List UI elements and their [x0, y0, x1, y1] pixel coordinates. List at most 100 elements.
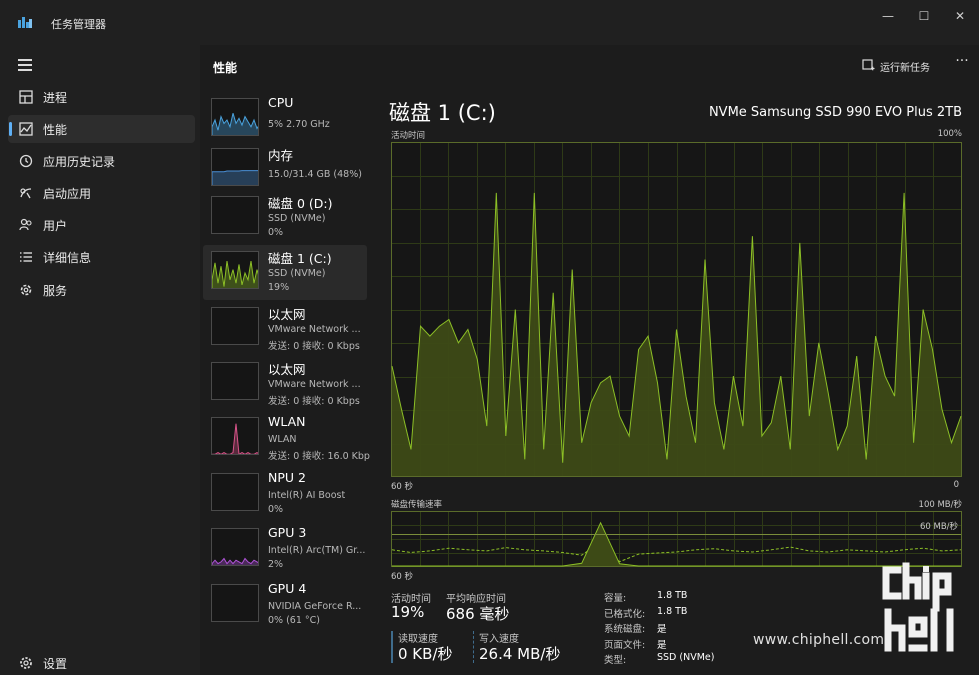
- transfer-rate-chart-max: 100 MB/秒: [918, 500, 962, 510]
- active-time-stat-value: 19%: [391, 603, 425, 621]
- sidebar-item-label: 应用历史记录: [43, 155, 116, 169]
- perf-item-detail: 2%: [268, 559, 284, 570]
- perf-list-item[interactable]: NPU 2 Intel(R) AI Boost 0%: [203, 467, 367, 522]
- perf-item-thumbnail-graph: [211, 362, 259, 400]
- perf-list-item[interactable]: 磁盘 1 (C:) SSD (NVMe) 19%: [203, 245, 367, 300]
- perf-list-item[interactable]: GPU 3 Intel(R) Arc(TM) Gr... 2%: [203, 522, 367, 577]
- perf-item-detail: 发送: 0 接收: 16.0 Kbp: [268, 451, 370, 462]
- perf-item-thumbnail-graph: [211, 148, 259, 186]
- page-header: 性能 运行新任务 ···: [200, 45, 979, 87]
- disk-property-label: 页面文件:: [604, 639, 646, 651]
- sidebar-item-performance[interactable]: 性能: [8, 115, 195, 143]
- perf-list-item[interactable]: WLAN WLAN 发送: 0 接收: 16.0 Kbp: [203, 411, 370, 466]
- sidebar-item-label: 设置: [43, 657, 68, 671]
- disk-property-label: 已格式化:: [604, 608, 646, 620]
- perf-list-item[interactable]: 以太网 VMware Network ... 发送: 0 接收: 0 Kbps: [203, 356, 367, 411]
- sidebar: 进程 性能 应用历史记录 启动应用 用户 详细信息 服务 设置: [0, 45, 200, 675]
- run-new-task-label: 运行新任务: [880, 63, 930, 74]
- perf-item-detail: 15.0/31.4 GB (48%): [268, 169, 362, 180]
- sidebar-item-app-history[interactable]: 应用历史记录: [8, 147, 195, 175]
- sidebar-item-label: 用户: [43, 219, 68, 233]
- perf-item-detail: 0%: [268, 227, 284, 238]
- app-history-icon: [19, 154, 33, 168]
- perf-item-detail: 19%: [268, 282, 290, 293]
- perf-list-item[interactable]: 磁盘 0 (D:) SSD (NVMe) 0%: [203, 190, 367, 245]
- disk-model: NVMe Samsung SSD 990 EVO Plus 2TB: [708, 105, 962, 120]
- task-manager-app-icon: [18, 17, 32, 28]
- transfer-rate-chart-x-left: 60 秒: [391, 572, 414, 582]
- response-time-stat-value: 686 毫秒: [446, 605, 510, 623]
- watermark-url: www.chiphell.com: [753, 632, 885, 648]
- services-icon: [20, 284, 32, 296]
- startup-apps-icon: [20, 188, 32, 199]
- disk-property-label: 容量:: [604, 593, 627, 604]
- menu-icon[interactable]: [18, 59, 32, 71]
- perf-item-name: NPU 2: [268, 470, 306, 485]
- perf-list-item[interactable]: CPU 5% 2.70 GHz: [203, 92, 367, 147]
- write-speed-indicator-bar: [473, 631, 475, 663]
- sidebar-item-label: 服务: [43, 284, 68, 298]
- active-time-chart-max: 100%: [937, 129, 962, 139]
- write-speed-stat-value: 26.4 MB/秒: [479, 645, 561, 663]
- disk-property-label: 类型:: [604, 655, 627, 666]
- performance-resource-list: CPU 5% 2.70 GHz 内存 15.0/31.4 GB (48%) 磁盘 0 (…: [200, 87, 372, 675]
- sidebar-item-processes[interactable]: 进程: [8, 83, 195, 111]
- perf-item-name: GPU 4: [268, 581, 307, 596]
- disk-property-value: 是: [657, 639, 667, 651]
- sidebar-item-startup-apps[interactable]: 启动应用: [8, 179, 195, 207]
- sidebar-item-label: 进程: [43, 91, 68, 105]
- disk-property-value: SSD (NVMe): [657, 652, 715, 663]
- perf-list-item[interactable]: 以太网 VMware Network ... 发送: 0 接收: 0 Kbps: [203, 301, 367, 356]
- perf-item-name: 内存: [268, 148, 294, 163]
- perf-item-detail: 0% (61 °C): [268, 615, 320, 626]
- read-speed-stat-value: 0 KB/秒: [398, 645, 453, 663]
- perf-item-detail: 发送: 0 接收: 0 Kbps: [268, 396, 360, 407]
- perf-item-detail: 发送: 0 接收: 0 Kbps: [268, 341, 360, 352]
- active-time-chart-x-left: 60 秒: [391, 482, 414, 492]
- perf-item-detail: Intel(R) Arc(TM) Gr...: [268, 545, 366, 556]
- sidebar-item-services[interactable]: 服务: [8, 276, 195, 304]
- active-time-chart-x-right: 0: [953, 480, 959, 490]
- sidebar-item-settings[interactable]: 设置: [8, 649, 195, 675]
- perf-item-name: 以太网: [268, 307, 306, 322]
- perf-item-detail: 5% 2.70 GHz: [268, 119, 330, 130]
- perf-item-thumbnail-graph: [211, 417, 259, 455]
- perf-item-thumbnail-graph: [211, 528, 259, 566]
- more-options-button[interactable]: ···: [952, 54, 972, 71]
- transfer-rate-chart-mid: 60 MB/秒: [920, 522, 959, 532]
- perf-item-detail: SSD (NVMe): [268, 268, 326, 279]
- page-title: 性能: [213, 61, 238, 75]
- perf-item-detail: 0%: [268, 504, 284, 515]
- disk-property-value: 1.8 TB: [657, 590, 688, 601]
- perf-item-thumbnail-graph: [211, 473, 259, 511]
- perf-item-name: 以太网: [268, 362, 306, 377]
- sidebar-item-label: 详细信息: [43, 251, 92, 265]
- read-speed-indicator-bar: [391, 631, 393, 663]
- chiphell-watermark-logo: [882, 562, 954, 652]
- performance-icon: [19, 122, 33, 136]
- perf-item-name: WLAN: [268, 414, 306, 429]
- disk-property-value: 是: [657, 624, 667, 635]
- perf-item-thumbnail-graph: [211, 196, 259, 234]
- sidebar-item-details[interactable]: 详细信息: [8, 243, 195, 271]
- disk-title: 磁盘 1 (C:): [389, 101, 496, 125]
- perf-item-thumbnail-graph: [211, 307, 259, 345]
- transfer-rate-chart: [391, 511, 962, 567]
- active-indicator: [9, 122, 12, 136]
- maximize-button[interactable]: ☐: [914, 8, 934, 24]
- perf-item-thumbnail-graph: [211, 584, 259, 622]
- details-icon: [20, 252, 32, 262]
- perf-item-detail: SSD (NVMe): [268, 213, 326, 224]
- sidebar-item-label: 启动应用: [43, 187, 92, 201]
- sidebar-item-users[interactable]: 用户: [8, 211, 195, 239]
- minimize-button[interactable]: —: [878, 8, 898, 24]
- perf-list-item[interactable]: GPU 4 NVIDIA GeForce R... 0% (61 °C): [203, 578, 367, 633]
- close-button[interactable]: ✕: [950, 8, 970, 24]
- transfer-rate-chart-label: 磁盘传输速率: [391, 500, 443, 510]
- perf-item-name: 磁盘 0 (D:): [268, 196, 333, 211]
- window-title: 任务管理器: [51, 18, 106, 31]
- perf-list-item[interactable]: 内存 15.0/31.4 GB (48%): [203, 142, 367, 197]
- perf-item-name: CPU: [268, 95, 294, 110]
- title-bar: 任务管理器 — ☐ ✕: [0, 0, 979, 45]
- active-time-chart: [391, 142, 962, 477]
